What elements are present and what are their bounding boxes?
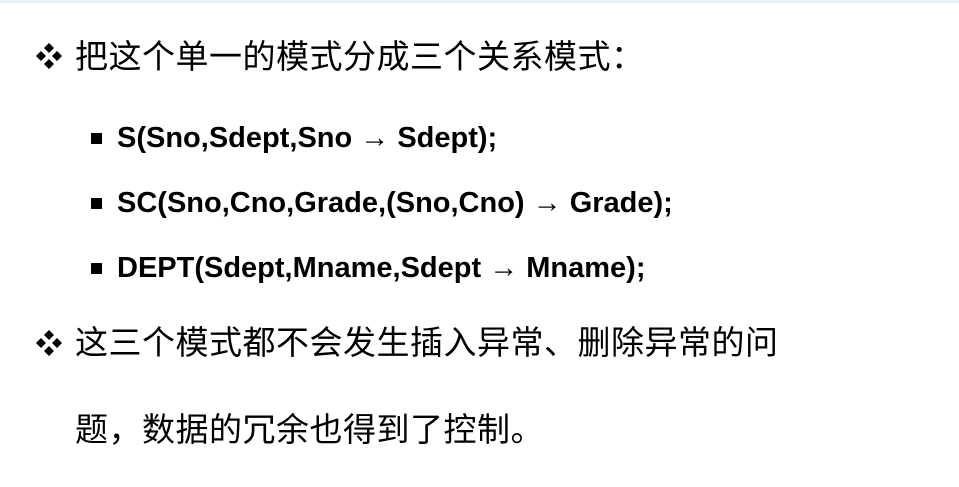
sub-item-3-text: DEPT(Sdept,Mname,Sdept → Mname); <box>117 252 646 284</box>
top-divider <box>0 0 959 3</box>
square-bullet-icon <box>91 198 102 209</box>
main-bullet-1-text: 把这个单一的模式分成三个关系模式： <box>75 37 645 76</box>
four-diamond-bullet-icon <box>36 330 62 356</box>
main-bullet-2-line-1: 这三个模式都不会发生插入异常、删除异常的问 <box>75 323 779 362</box>
sub-item-1-text: S(Sno,Sdept,Sno → Sdept); <box>117 122 498 154</box>
square-bullet-icon <box>91 133 102 144</box>
four-diamond-bullet-icon <box>36 43 62 69</box>
sub-item-2-text: SC(Sno,Cno,Grade,(Sno,Cno) → Grade); <box>117 187 673 219</box>
main-bullet-2-line-2: 题，数据的冗余也得到了控制。 <box>75 410 544 449</box>
square-bullet-icon <box>91 263 102 274</box>
